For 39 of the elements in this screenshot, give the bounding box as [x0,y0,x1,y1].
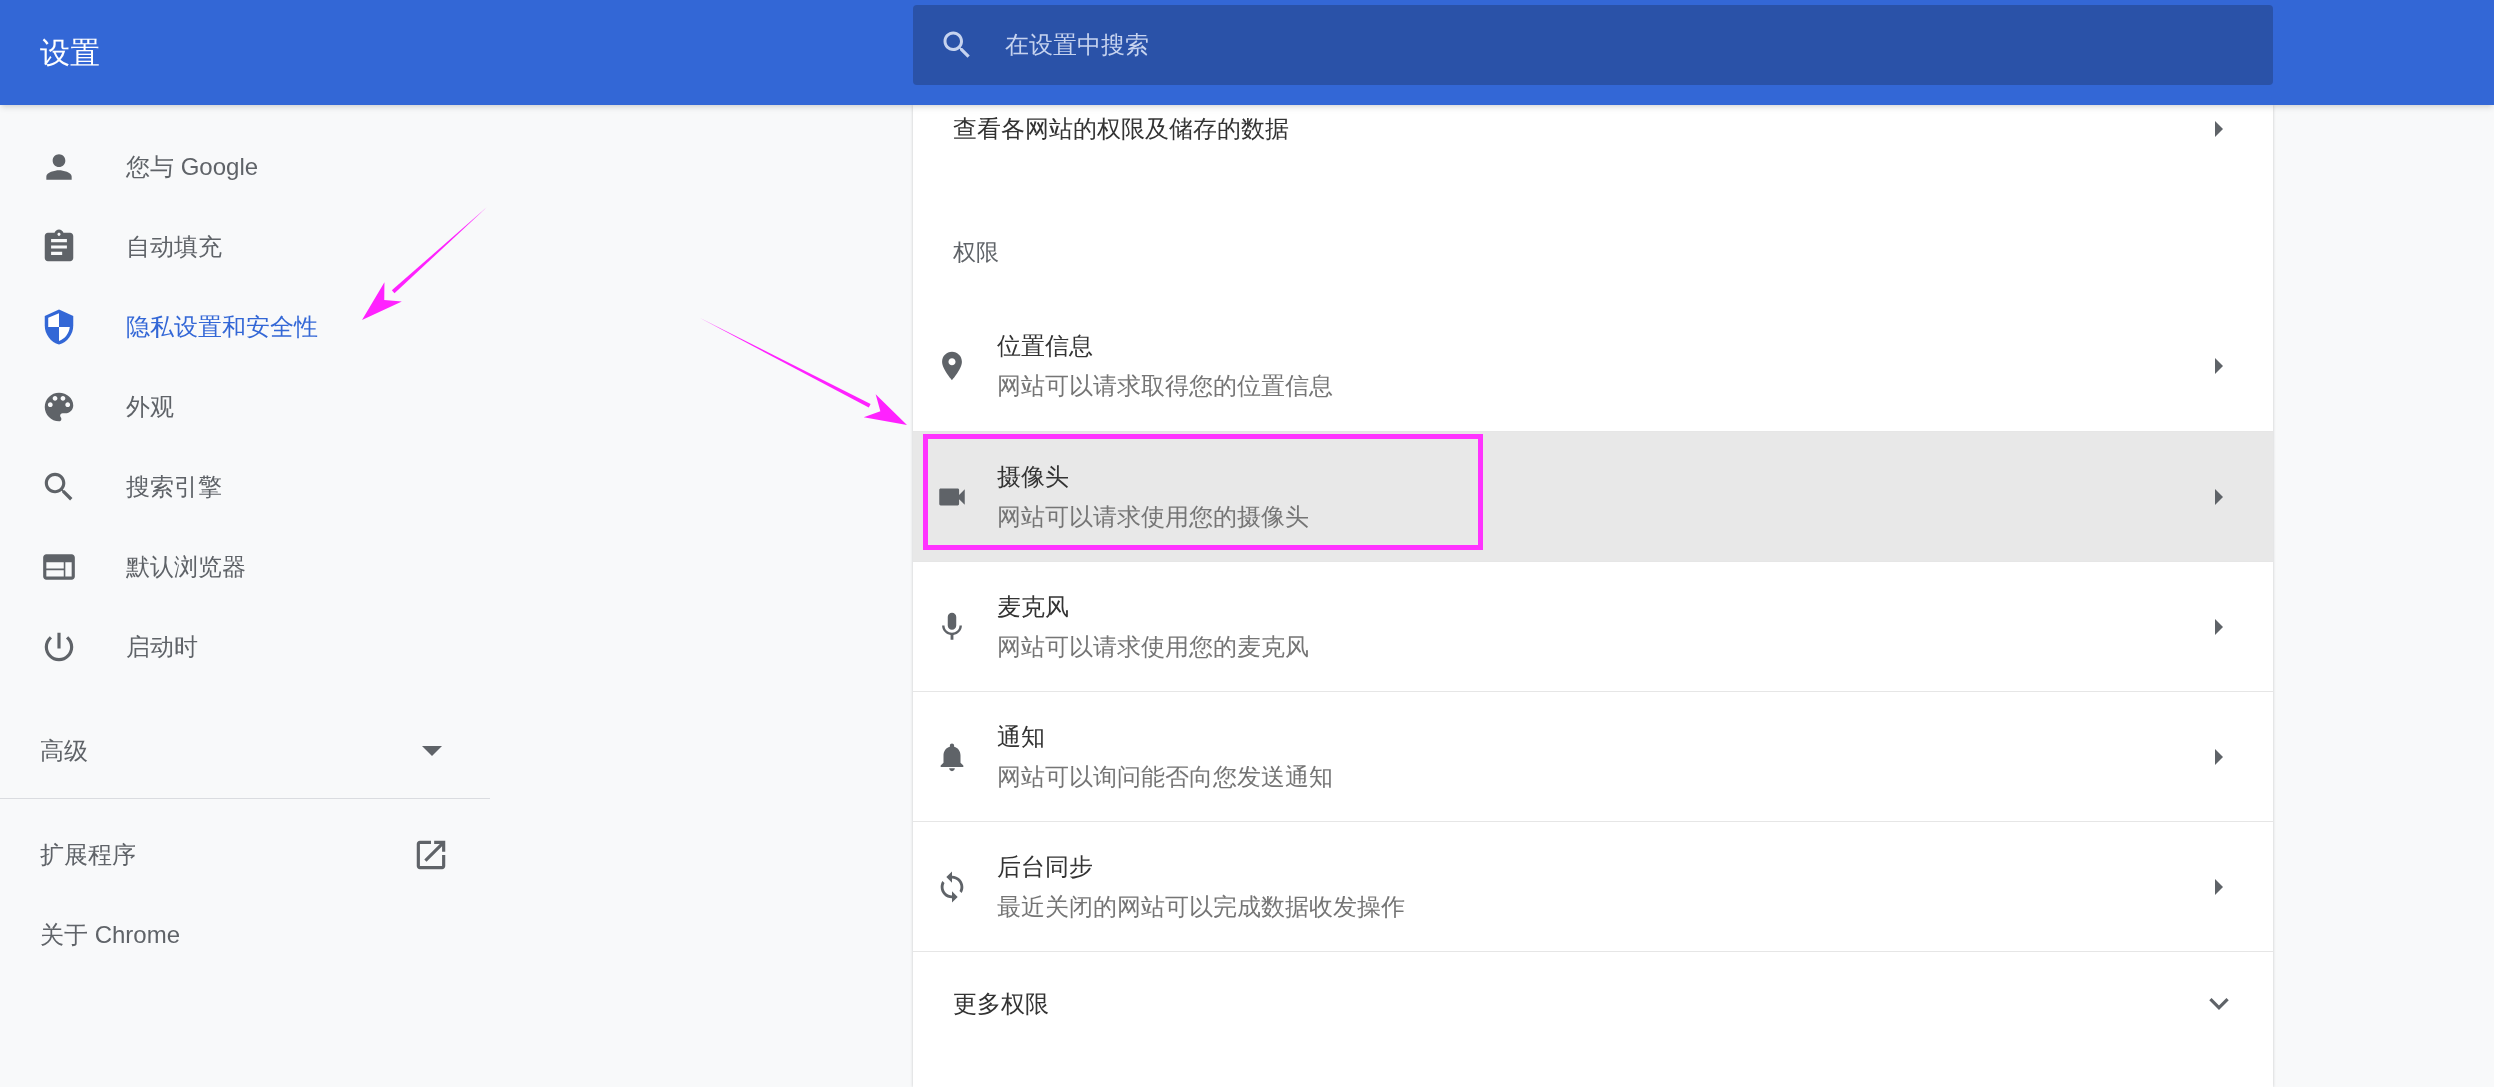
permission-description: 网站可以请求使用您的摄像头 [997,501,1310,532]
about-link[interactable]: 关于 Chrome [0,895,490,975]
permission-title: 位置信息 [997,331,1094,361]
sidebar-item[interactable]: 默认浏览器 [0,527,490,607]
permission-description: 最近关闭的网站可以完成数据收发操作 [997,891,1406,922]
caret-right-icon [2215,878,2223,895]
sidebar-item[interactable]: 搜索引擎 [0,447,490,527]
caret-right-icon [2215,121,2223,137]
site-data-row[interactable]: 查看各网站的权限及储存的数据 [913,105,2273,153]
advanced-toggle[interactable]: 高级 [0,703,490,799]
extensions-link[interactable]: 扩展程序 [40,837,136,873]
caret-right-icon [2215,488,2223,505]
sidebar-item[interactable]: 您与 Google [0,127,490,207]
sidebar-item[interactable]: 外观 [0,367,490,447]
caret-right-icon [2215,618,2223,635]
permission-description: 网站可以请求使用您的麦克风 [997,631,1310,662]
permission-title: 摄像头 [997,461,1070,492]
sidebar-item[interactable]: 隐私设置和安全性 [0,287,490,367]
permission-title: 后台同步 [997,851,1094,882]
more-permissions-row[interactable]: 更多权限 [913,951,2273,1055]
permission-description: 网站可以询问能否向您发送通知 [997,761,1334,792]
permission-row[interactable]: 麦克风 网站可以请求使用您的麦克风 [913,561,2273,691]
permission-row[interactable]: 通知 网站可以询问能否向您发送通知 [913,691,2273,821]
sidebar-item[interactable]: 启动时 [0,607,490,687]
chevron-down-icon [2209,997,2229,1010]
section-heading: 权限 [953,237,999,267]
permission-row[interactable]: 后台同步 最近关闭的网站可以完成数据收发操作 [913,821,2273,951]
caret-right-icon [2215,748,2223,765]
search-input[interactable]: 在设置中搜索 [1005,15,2247,75]
permission-description: 网站可以请求取得您的位置信息 [997,371,1334,401]
sidebar-item[interactable]: 自动填充 [0,207,490,287]
search-field[interactable]: 在设置中搜索 [913,5,2273,85]
dropdown-arrow-icon [422,745,442,756]
permission-row[interactable]: 位置信息 网站可以请求取得您的位置信息 [913,301,2273,431]
permission-row[interactable]: 摄像头 网站可以请求使用您的摄像头 [913,431,2273,561]
caret-right-icon [2215,358,2223,374]
page-title: 设置 [40,36,100,69]
permission-title: 通知 [997,721,1046,752]
permission-title: 麦克风 [997,591,1070,622]
